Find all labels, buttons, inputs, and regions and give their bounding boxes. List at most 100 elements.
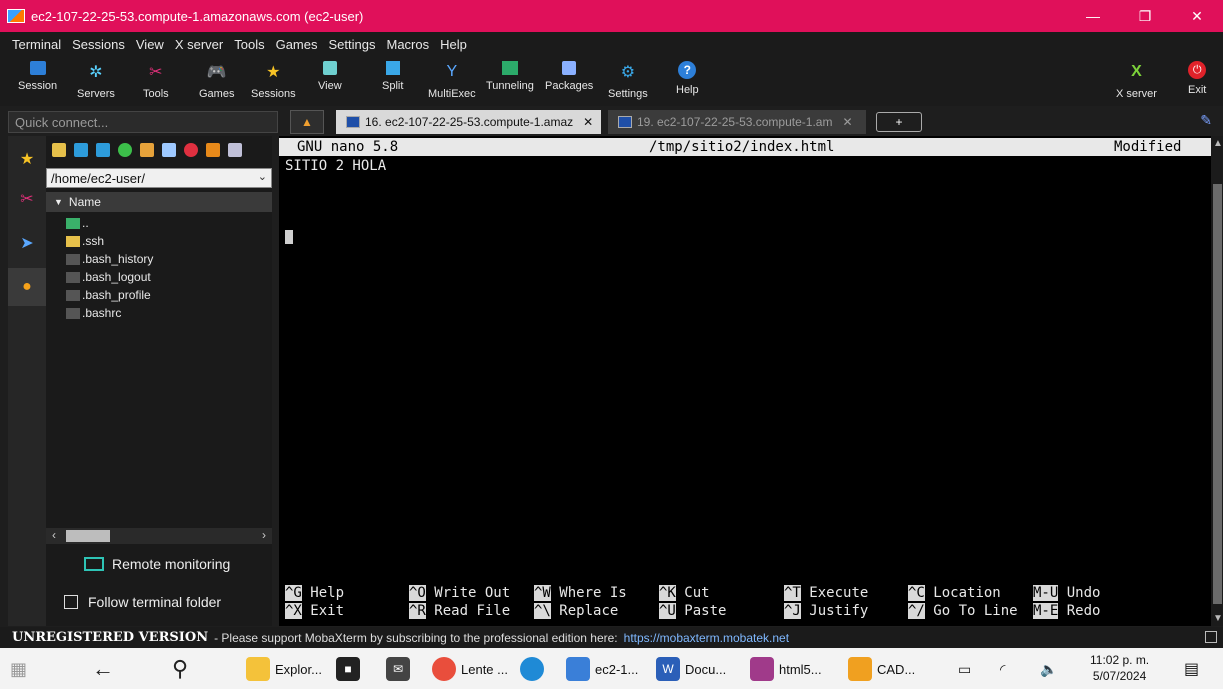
tab-label: 19. ec2-107-22-25-53.compute-1.am <box>637 115 833 129</box>
path-field[interactable]: /home/ec2-user/ ⌄ <box>46 168 272 188</box>
paperclip-icon[interactable]: ✎ <box>1200 112 1212 129</box>
shortcut-execute: ^T Execute <box>784 585 869 601</box>
sessions-button[interactable]: ★ Sessions <box>251 58 296 104</box>
close-button[interactable]: ✕ <box>1171 0 1223 32</box>
menu-tools[interactable]: Tools <box>234 37 264 52</box>
close-tab-icon[interactable]: ✕ <box>583 115 593 129</box>
scroll-up-icon[interactable]: ▲ <box>1213 138 1223 149</box>
xserver-button[interactable]: X X server <box>1116 58 1157 104</box>
taskbar-clock[interactable]: 11:02 p. m. 5/07/2024 <box>1090 652 1149 684</box>
shortcut-redo: M-E Redo <box>1033 603 1101 619</box>
scroll-down-icon[interactable]: ▼ <box>1213 613 1223 624</box>
games-button[interactable]: 🎮 Games <box>199 58 234 104</box>
tray-wifi[interactable]: ◜ <box>1000 656 1005 682</box>
tray-network[interactable]: ▭ <box>958 656 971 682</box>
taskbar-store[interactable]: ■ <box>336 656 365 682</box>
tools-icon[interactable]: ✂ <box>8 180 46 218</box>
send-icon[interactable]: ➤ <box>8 224 46 262</box>
new-file-icon[interactable] <box>162 143 176 157</box>
menu-terminal[interactable]: Terminal <box>12 37 61 52</box>
tray-volume[interactable]: 🔈 <box>1040 656 1057 682</box>
file-row-bash-profile[interactable]: .bash_profile <box>66 286 151 304</box>
scroll-right-icon[interactable]: › <box>262 528 266 542</box>
mobaxterm-icon <box>566 657 590 681</box>
menu-sessions[interactable]: Sessions <box>72 37 125 52</box>
menu-xserver[interactable]: X server <box>175 37 223 52</box>
file-row-bashrc[interactable]: .bashrc <box>66 304 121 322</box>
new-tab-button[interactable]: + <box>876 112 922 132</box>
chevron-down-icon[interactable]: ⌄ <box>258 170 267 183</box>
download-icon[interactable] <box>74 143 88 157</box>
help-button[interactable]: ? Help <box>676 58 699 104</box>
terminal-vertical-scrollbar[interactable]: ▲ ▼ <box>1211 136 1223 626</box>
file-row-bash-logout[interactable]: .bash_logout <box>66 268 151 286</box>
checkbox[interactable] <box>64 595 78 609</box>
settings-button[interactable]: ⚙ Settings <box>608 58 648 104</box>
title-bar: ec2-107-22-25-53.compute-1.amazonaws.com… <box>0 0 1223 32</box>
follow-terminal-folder-checkbox[interactable]: Follow terminal folder <box>64 594 221 610</box>
file-row-bash-history[interactable]: .bash_history <box>66 250 153 268</box>
taskbar-mail[interactable]: ✉ <box>386 656 415 682</box>
taskbar-mobaxterm[interactable]: ec2-1... <box>566 656 638 682</box>
upload-icon[interactable] <box>96 143 110 157</box>
properties-icon[interactable] <box>228 143 242 157</box>
shortcut-help: ^G Help <box>285 585 345 601</box>
search-button[interactable]: ⚲ <box>172 656 188 682</box>
taskbar-lente[interactable]: Lente ... <box>432 656 508 682</box>
view-button[interactable]: View <box>318 58 342 104</box>
folder-icon[interactable] <box>52 143 66 157</box>
exit-button[interactable]: ⏻ Exit <box>1188 58 1206 104</box>
servers-button[interactable]: ✲ Servers <box>77 58 115 104</box>
horizontal-scrollbar[interactable]: ‹ › <box>46 528 272 544</box>
file-row-parent[interactable]: .. <box>66 214 89 232</box>
column-header-name[interactable]: ▼ Name <box>46 192 272 212</box>
multiexec-button[interactable]: Y MultiExec <box>428 58 476 104</box>
tunneling-button[interactable]: Tunneling <box>486 58 534 104</box>
tab-session-19[interactable]: 19. ec2-107-22-25-53.compute-1.am ✕ <box>608 110 866 134</box>
scroll-thumb[interactable] <box>1213 184 1222 604</box>
sessions-star-icon[interactable]: ★ <box>8 140 46 178</box>
taskbar-cad[interactable]: CAD... <box>848 656 915 682</box>
task-view-button[interactable]: ▦ <box>10 656 27 682</box>
mobaxterm-link[interactable]: https://mobaxterm.mobatek.net <box>624 631 789 645</box>
tools-button[interactable]: ✂ Tools <box>143 58 169 104</box>
session-button[interactable]: Session <box>18 58 57 104</box>
scroll-left-icon[interactable]: ‹ <box>52 528 56 542</box>
terminal-area[interactable]: GNU nano 5.8 /tmp/sitio2/index.html Modi… <box>279 136 1211 626</box>
grid-icon: ▦ <box>10 658 28 679</box>
menu-help[interactable]: Help <box>440 37 467 52</box>
back-button[interactable]: ← <box>92 656 114 682</box>
split-button[interactable]: Split <box>382 58 403 104</box>
notifications-button[interactable]: ▤ <box>1184 656 1199 682</box>
taskbar-explorer[interactable]: Explor... <box>246 656 322 682</box>
new-folder-icon[interactable] <box>140 143 154 157</box>
menu-games[interactable]: Games <box>276 37 318 52</box>
taskbar-word[interactable]: W Docu... <box>656 656 726 682</box>
menu-macros[interactable]: Macros <box>386 37 429 52</box>
packages-button[interactable]: Packages <box>545 58 593 104</box>
mail-icon: ✉ <box>386 657 410 681</box>
menu-view[interactable]: View <box>136 37 164 52</box>
tab-session-16[interactable]: 16. ec2-107-22-25-53.compute-1.amaz ✕ <box>336 110 601 134</box>
quick-connect-input[interactable]: Quick connect... <box>8 111 278 133</box>
nano-header: GNU nano 5.8 /tmp/sitio2/index.html Modi… <box>279 138 1211 156</box>
file-icon <box>66 271 80 283</box>
taskbar-html5[interactable]: html5... <box>750 656 822 682</box>
sftp-icon[interactable]: ● <box>8 268 46 306</box>
menu-settings[interactable]: Settings <box>329 37 376 52</box>
scroll-thumb[interactable] <box>66 530 110 542</box>
remote-monitoring-toggle[interactable]: Remote monitoring <box>84 556 230 572</box>
status-icon[interactable] <box>1205 631 1217 643</box>
home-tab[interactable]: ▲ <box>290 110 324 134</box>
delete-icon[interactable] <box>184 143 198 157</box>
close-tab-icon[interactable]: ✕ <box>842 115 852 129</box>
windows-taskbar: ▦ ← ⚲ Explor... ■ ✉ Lente ... ec2-1... W… <box>0 648 1223 689</box>
refresh-icon[interactable] <box>118 143 132 157</box>
split-icon <box>385 61 400 75</box>
permissions-icon[interactable] <box>206 143 220 157</box>
taskbar-edge[interactable] <box>520 656 549 682</box>
restore-button[interactable]: ❐ <box>1119 0 1171 32</box>
file-row-ssh[interactable]: .ssh <box>66 232 104 250</box>
minimize-button[interactable]: — <box>1067 0 1119 32</box>
file-icon <box>66 289 80 301</box>
